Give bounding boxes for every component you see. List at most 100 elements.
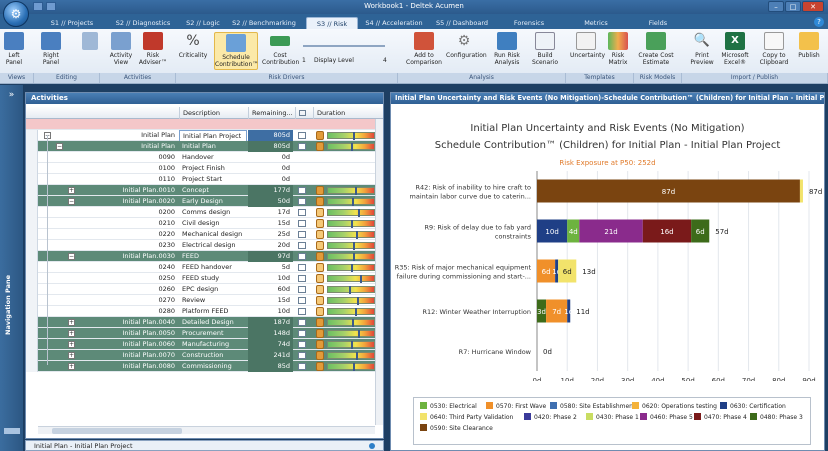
uncertainty-marker[interactable] (351, 341, 353, 349)
activity-row[interactable]: 0100 Project Finish 0d (26, 163, 383, 174)
row-selector[interactable] (26, 141, 38, 152)
notes-icon[interactable] (298, 187, 306, 194)
expand-toggle-icon[interactable]: + (68, 330, 75, 337)
notes-icon[interactable] (298, 308, 306, 315)
uncertainty-marker[interactable] (348, 286, 351, 294)
uncertainty-marker[interactable] (353, 253, 356, 261)
expand-toggle-icon[interactable]: + (68, 363, 75, 370)
notes-icon[interactable] (298, 231, 306, 238)
notes-icon[interactable] (298, 341, 306, 348)
row-selector[interactable] (26, 284, 38, 295)
uncertainty-marker[interactable] (358, 330, 361, 338)
notes-icon[interactable] (298, 253, 306, 260)
uncertainty-marker[interactable] (351, 264, 353, 272)
duration-uncertainty-bar[interactable] (327, 275, 375, 283)
pin-icon[interactable] (4, 428, 20, 434)
build-scenario-button[interactable]: Build Scenario (528, 32, 562, 66)
row-selector[interactable] (26, 306, 38, 317)
display-level-slider[interactable] (303, 45, 385, 47)
expand-toggle-icon[interactable]: + (68, 341, 75, 348)
horizontal-scrollbar[interactable] (38, 426, 375, 434)
duration-uncertainty-bar[interactable] (327, 220, 375, 228)
row-selector[interactable] (26, 240, 38, 251)
activity-group-row[interactable]: − Initial Plan.0020 Early Design 50d (26, 196, 383, 207)
duration-uncertainty-bar[interactable] (327, 231, 375, 239)
row-selector[interactable] (26, 207, 38, 218)
duration-uncertainty-bar[interactable] (327, 330, 375, 338)
activity-row[interactable]: 0110 Project Start 0d (26, 174, 383, 185)
activity-view-button[interactable]: Activity View (108, 32, 134, 66)
activity-group-row[interactable]: + Initial Plan.0060 Manufacturing 74d (26, 339, 383, 350)
lock-icon[interactable] (316, 285, 324, 294)
uncertainty-button[interactable]: Uncertainty (570, 32, 605, 59)
duration-uncertainty-bar[interactable] (327, 198, 375, 206)
col-description[interactable]: Description (179, 107, 248, 119)
uncertainty-marker[interactable] (351, 143, 353, 151)
tab-diagnostics[interactable]: S2 // Diagnostics (108, 17, 178, 29)
row-selector[interactable] (26, 218, 38, 229)
notes-icon[interactable] (298, 143, 306, 150)
tab-metrics[interactable]: Metrics (568, 17, 624, 29)
tab-projects[interactable]: S1 // Projects (36, 17, 108, 29)
help-icon[interactable]: ? (814, 17, 824, 27)
uncertainty-marker[interactable] (354, 187, 357, 195)
activity-row[interactable]: 0090 Handover 0d (26, 152, 383, 163)
risk-adviser-button[interactable]: Risk Adviser™ (138, 32, 168, 66)
expand-chevron-icon[interactable]: » (0, 90, 23, 100)
lock-icon[interactable] (316, 208, 324, 217)
notes-icon[interactable] (298, 330, 306, 337)
duration-uncertainty-bar[interactable] (327, 352, 375, 360)
create-cost-estimate-button[interactable]: Create Cost Estimate (638, 32, 674, 66)
tab-dashboard[interactable]: S5 // Dashboard (430, 17, 494, 29)
schedule-contribution-button[interactable]: Schedule Contribution™ (214, 32, 258, 70)
lock-icon[interactable] (316, 230, 324, 239)
uncertainty-marker[interactable] (351, 198, 354, 206)
activity-group-row[interactable]: + Initial Plan.0040 Detailed Design 187d (26, 317, 383, 328)
uncertainty-marker[interactable] (353, 363, 356, 371)
notes-icon[interactable] (298, 352, 306, 359)
uncertainty-marker[interactable] (360, 275, 363, 283)
row-selector[interactable] (26, 152, 38, 163)
criticality-button[interactable]: % Criticality (176, 32, 210, 59)
lock-icon[interactable] (316, 186, 324, 195)
row-selector[interactable] (26, 262, 38, 273)
maximize-button[interactable]: □ (785, 1, 801, 12)
duration-uncertainty-bar[interactable] (327, 209, 375, 217)
row-selector[interactable] (26, 185, 38, 196)
lock-icon[interactable] (316, 142, 324, 151)
notes-icon[interactable] (298, 363, 306, 370)
expand-toggle-icon[interactable]: + (68, 319, 75, 326)
notes-icon[interactable] (298, 297, 306, 304)
uncertainty-marker[interactable] (355, 231, 358, 239)
row-selector-header[interactable] (26, 107, 38, 119)
quick-access-save-icon[interactable] (33, 2, 43, 11)
lock-icon[interactable] (316, 296, 324, 305)
lock-icon[interactable] (316, 307, 324, 316)
expand-toggle-icon[interactable]: − (56, 143, 63, 150)
row-selector[interactable] (26, 317, 38, 328)
vertical-scrollbar[interactable] (375, 119, 383, 425)
lock-icon[interactable] (316, 274, 324, 283)
minimize-button[interactable]: – (768, 1, 784, 12)
duration-uncertainty-bar[interactable] (327, 132, 375, 140)
duration-uncertainty-bar[interactable] (327, 242, 375, 250)
row-selector[interactable] (26, 130, 38, 141)
activity-group-row[interactable]: −Initial PlanInitial Plan Project805d (26, 130, 383, 143)
row-selector[interactable] (26, 251, 38, 262)
lock-icon[interactable] (316, 329, 324, 338)
row-selector[interactable] (26, 273, 38, 284)
duration-uncertainty-bar[interactable] (327, 253, 375, 261)
notes-icon[interactable] (298, 132, 306, 139)
close-button[interactable]: ✕ (802, 1, 824, 12)
navigation-pane[interactable]: » Navigation Pane (0, 85, 24, 451)
row-selector[interactable] (26, 328, 38, 339)
risk-matrix-button[interactable]: Risk Matrix (604, 32, 632, 66)
tab-benchmarking[interactable]: S2 // Benchmarking (228, 17, 300, 29)
tab-forensics[interactable]: Forensics (500, 17, 558, 29)
activity-row[interactable]: 0200 Comms design 17d (26, 207, 383, 218)
col-duration-uncertainty[interactable]: Duration Uncertainty (313, 107, 375, 129)
duration-uncertainty-bar[interactable] (327, 297, 375, 305)
duration-uncertainty-bar[interactable] (327, 143, 375, 151)
lock-icon[interactable] (316, 131, 324, 140)
editing-button[interactable] (78, 32, 102, 52)
